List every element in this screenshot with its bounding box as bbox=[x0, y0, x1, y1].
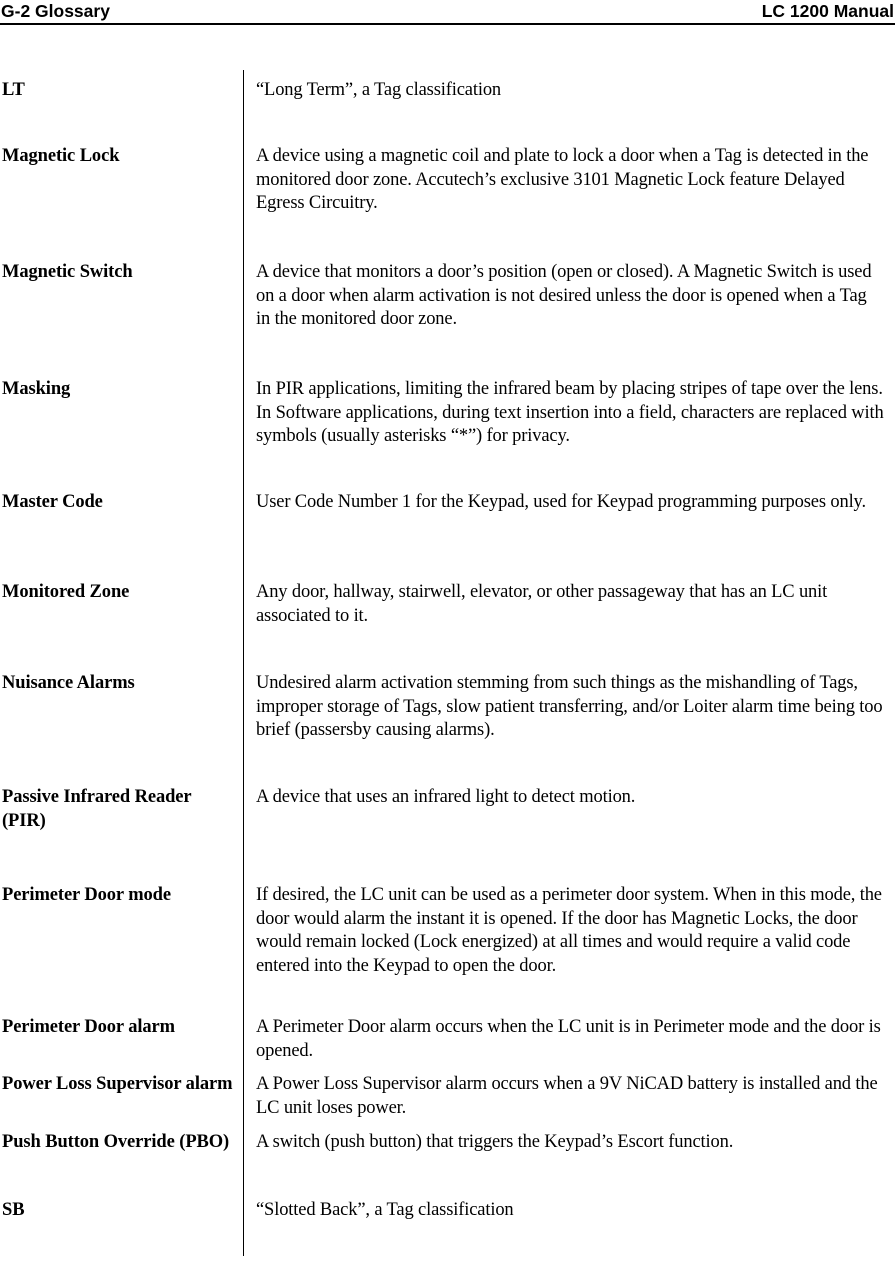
glossary-term: Magnetic Switch bbox=[2, 262, 133, 282]
column-divider-line bbox=[243, 70, 244, 1256]
glossary-definition: Undesired alarm activation stemming from… bbox=[256, 673, 883, 740]
glossary-definition: A device that monitors a door’s position… bbox=[256, 262, 872, 329]
glossary-term: Magnetic Lock bbox=[2, 146, 120, 166]
header-section-title: G-2 Glossary bbox=[1, 1, 110, 21]
glossary-definition: In PIR applications, limiting the infrar… bbox=[256, 379, 884, 446]
glossary-term: Push Button Override (PBO) bbox=[2, 1132, 230, 1152]
header-divider-rule bbox=[0, 23, 895, 25]
glossary-body: LT “Long Term”, a Tag classification Magne… bbox=[0, 27, 895, 1261]
glossary-definition: “Long Term”, a Tag classification bbox=[256, 80, 502, 100]
glossary-definition: Any door, hallway, stairwell, elevator, … bbox=[256, 582, 828, 626]
running-header: G-2 Glossary LC 1200 Manual bbox=[0, 0, 895, 27]
glossary-definition: A switch (push button) that triggers the… bbox=[256, 1132, 734, 1152]
header-manual-title: LC 1200 Manual bbox=[761, 1, 894, 21]
glossary-term: Perimeter Door alarm bbox=[2, 1017, 175, 1037]
glossary-term: Nuisance Alarms bbox=[2, 673, 135, 693]
glossary-term: Master Code bbox=[2, 492, 103, 512]
glossary-definition: User Code Number 1 for the Keypad, used … bbox=[256, 492, 866, 512]
glossary-term: LT bbox=[2, 80, 25, 100]
glossary-term: Power Loss Supervisor alarm bbox=[2, 1074, 233, 1094]
glossary-term: Perimeter Door mode bbox=[2, 885, 171, 905]
glossary-term: Masking bbox=[2, 379, 71, 399]
glossary-term: SB bbox=[2, 1200, 25, 1220]
glossary-definition: If desired, the LC unit can be used as a… bbox=[256, 885, 882, 976]
glossary-definition: A Power Loss Supervisor alarm occurs whe… bbox=[256, 1074, 878, 1118]
glossary-definition: “Slotted Back”, a Tag classification bbox=[256, 1200, 514, 1220]
glossary-definition: A device using a magnetic coil and plate… bbox=[256, 146, 869, 213]
document-page: G-2 Glossary LC 1200 Manual LT “Long Term… bbox=[0, 0, 895, 1261]
glossary-term: Passive Infrared Reader (PIR) bbox=[2, 787, 192, 831]
glossary-definition: A Perimeter Door alarm occurs when the L… bbox=[256, 1017, 881, 1061]
glossary-term: Monitored Zone bbox=[2, 582, 130, 602]
glossary-definition: A device that uses an infrared light to … bbox=[256, 787, 636, 807]
